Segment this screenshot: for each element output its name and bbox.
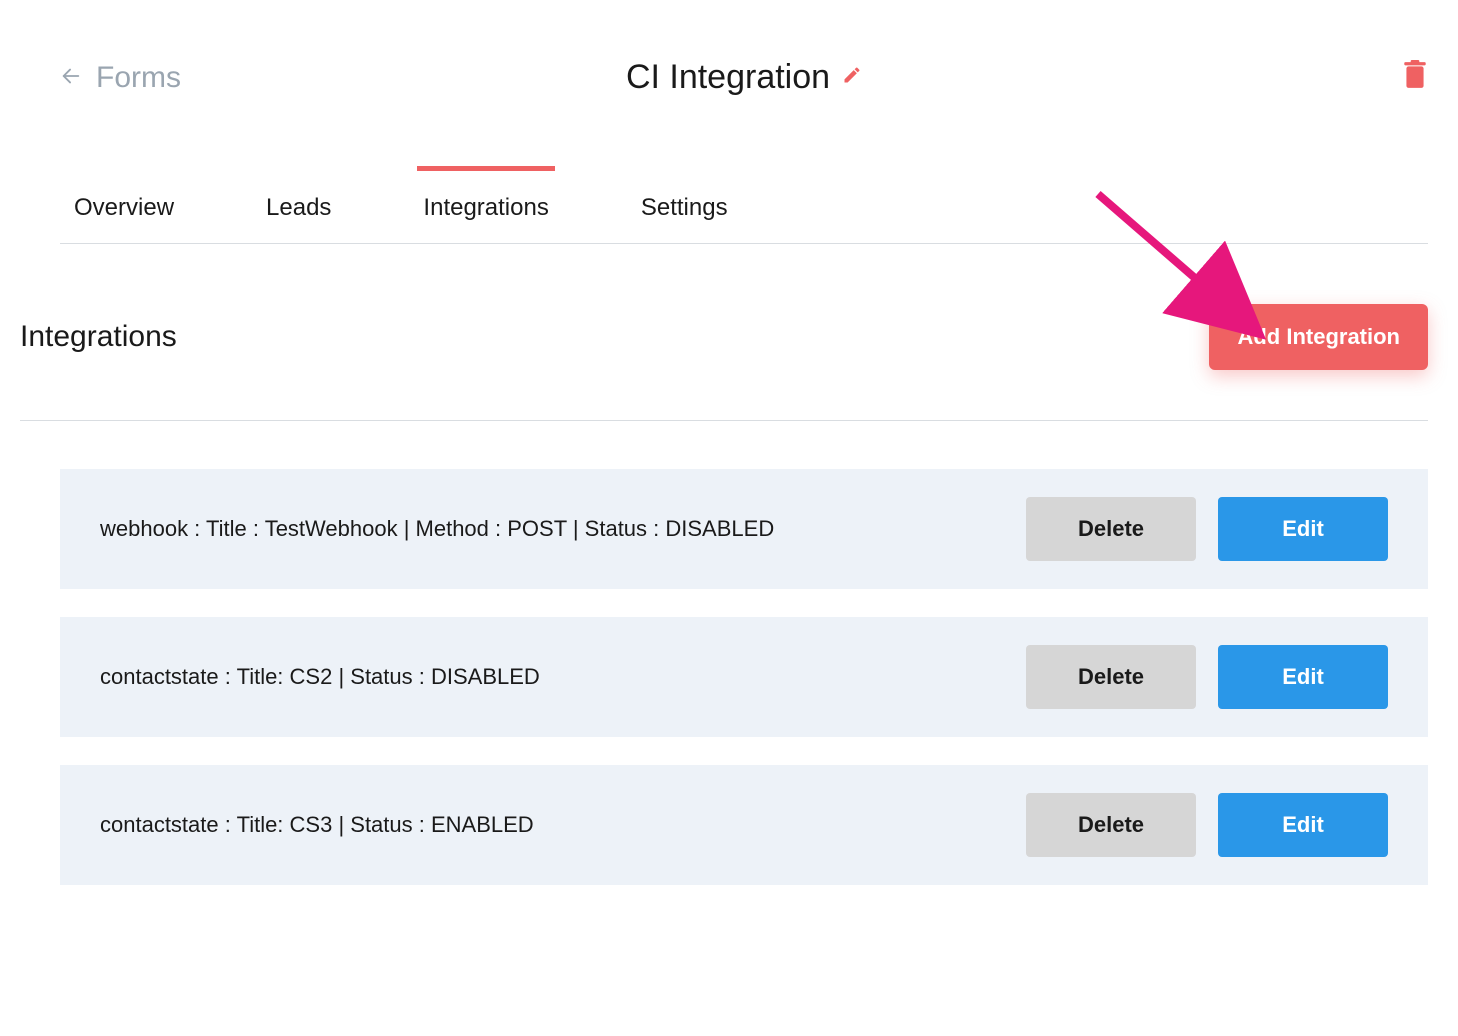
back-to-forms-link[interactable]: Forms <box>60 61 181 95</box>
tab-integrations[interactable]: Integrations <box>417 166 554 244</box>
section-title: Integrations <box>20 320 177 354</box>
delete-integration-button[interactable]: Delete <box>1026 497 1196 561</box>
delete-integration-button[interactable]: Delete <box>1026 793 1196 857</box>
tabs: Overview Leads Integrations Settings <box>60 165 1428 244</box>
integration-row: contactstate : Title: CS2 | Status : DIS… <box>60 617 1428 737</box>
delete-form-button[interactable] <box>1402 60 1428 95</box>
edit-integration-button[interactable]: Edit <box>1218 793 1388 857</box>
add-integration-button[interactable]: Add Integration <box>1209 304 1428 370</box>
tab-overview[interactable]: Overview <box>68 166 180 244</box>
integration-row: contactstate : Title: CS3 | Status : ENA… <box>60 765 1428 885</box>
edit-title-icon[interactable] <box>842 65 862 90</box>
integration-description: contactstate : Title: CS3 | Status : ENA… <box>100 810 534 840</box>
tab-settings[interactable]: Settings <box>635 166 734 244</box>
back-label: Forms <box>96 61 181 95</box>
trash-icon <box>1402 77 1428 94</box>
page-title: CI Integration <box>626 58 830 97</box>
edit-integration-button[interactable]: Edit <box>1218 645 1388 709</box>
delete-integration-button[interactable]: Delete <box>1026 645 1196 709</box>
integrations-list: webhook : Title : TestWebhook | Method :… <box>60 469 1428 885</box>
integration-description: contactstate : Title: CS2 | Status : DIS… <box>100 662 540 692</box>
edit-integration-button[interactable]: Edit <box>1218 497 1388 561</box>
integration-description: webhook : Title : TestWebhook | Method :… <box>100 514 774 544</box>
tab-leads[interactable]: Leads <box>260 166 337 244</box>
arrow-left-icon <box>60 61 82 95</box>
integration-row: webhook : Title : TestWebhook | Method :… <box>60 469 1428 589</box>
